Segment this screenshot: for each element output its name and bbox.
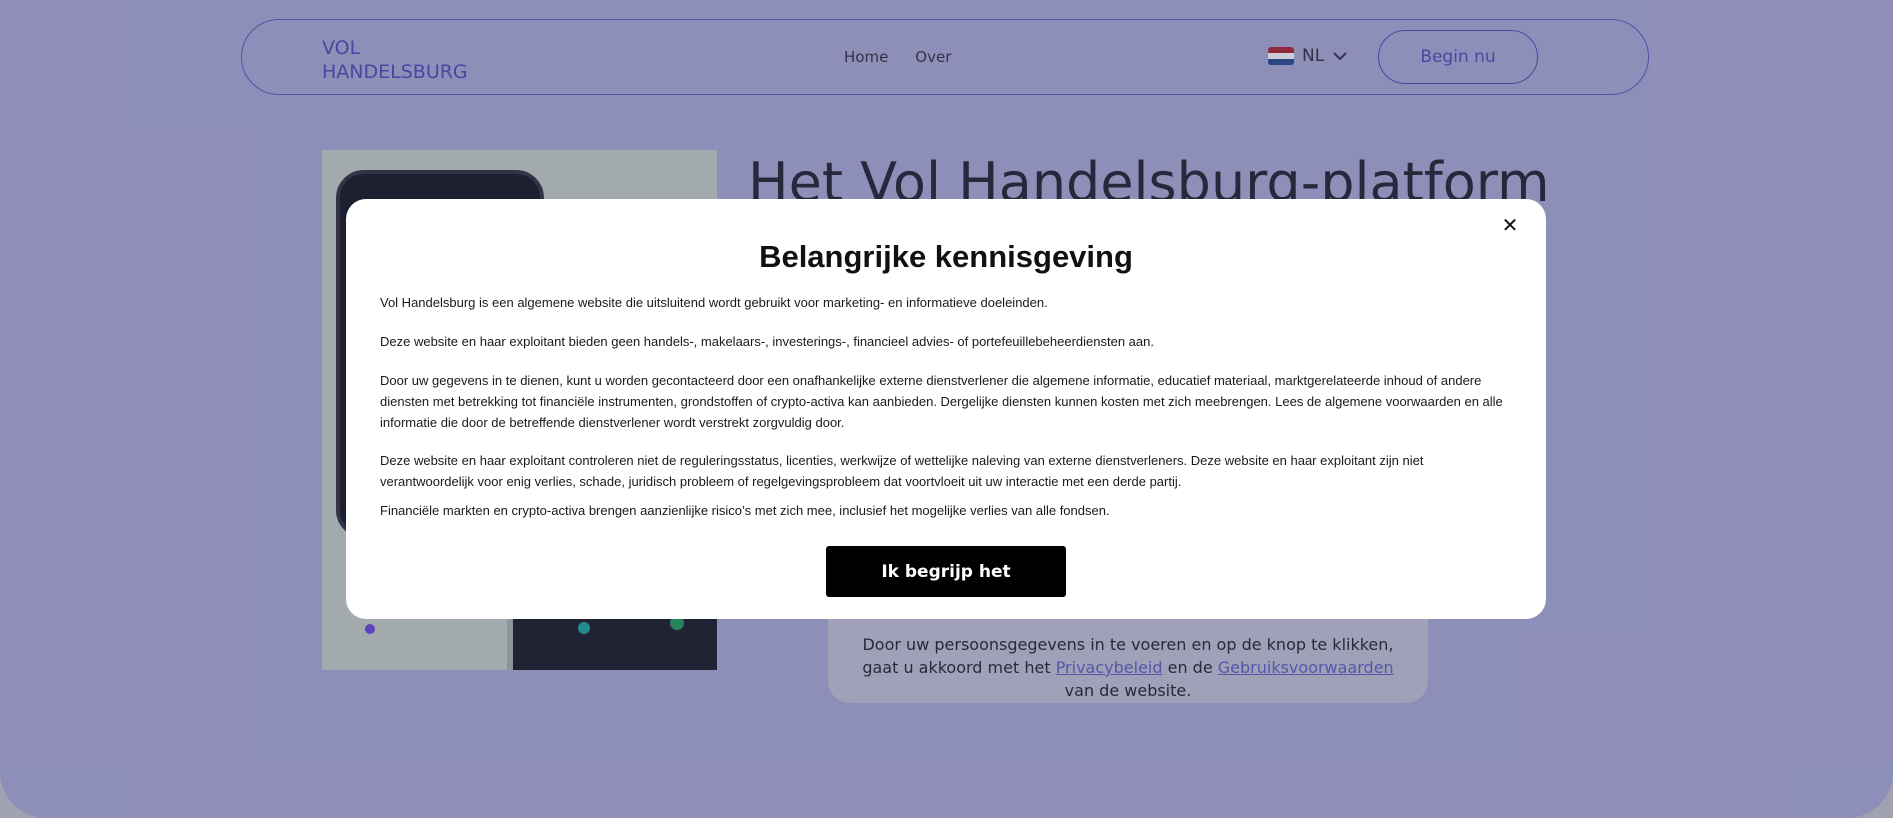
modal-paragraph: Door uw gegevens in te dienen, kunt u wo… [380, 373, 1503, 430]
modal-paragraph: Deze website en haar exploitant controle… [380, 453, 1424, 489]
understand-button[interactable]: Ik begrijp het [826, 546, 1066, 597]
notice-modal: ✕ Belangrijke kennisgeving Vol Handelsbu… [346, 199, 1546, 619]
modal-paragraph: Financiële markten en crypto-activa bren… [380, 503, 1110, 518]
close-icon[interactable]: ✕ [1498, 213, 1522, 237]
modal-title: Belangrijke kennisgeving [759, 239, 1133, 274]
modal-paragraph: Vol Handelsburg is een algemene website … [380, 295, 1048, 310]
modal-paragraph: Deze website en haar exploitant bieden g… [380, 334, 1154, 349]
